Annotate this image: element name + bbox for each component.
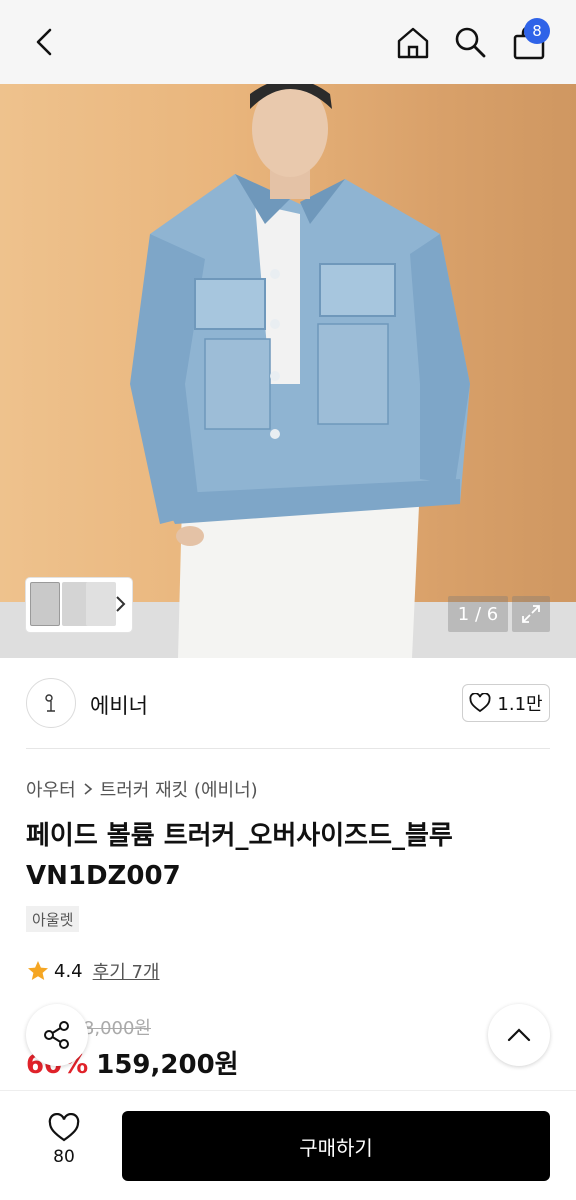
heart-icon (48, 1113, 80, 1142)
rating-summary: 4.4 후기 7개 (26, 958, 160, 984)
heart-icon (469, 693, 491, 713)
buy-button[interactable]: 구매하기 (122, 1111, 550, 1181)
share-button[interactable] (26, 1004, 88, 1066)
scroll-to-top-button[interactable] (488, 1004, 550, 1066)
divider (26, 748, 550, 749)
back-button[interactable] (24, 22, 64, 62)
outlet-tag: 아울렛 (26, 906, 80, 932)
brand-name[interactable]: 에비너 (90, 690, 148, 720)
home-button[interactable] (392, 22, 434, 64)
fullscreen-button[interactable] (512, 596, 550, 632)
chevron-left-icon (36, 28, 52, 56)
brand-logo[interactable] (26, 678, 76, 728)
thumbnail-1[interactable] (30, 582, 60, 626)
brand-mark-icon (45, 694, 55, 712)
product-title: 페이드 볼륨 트러커_오버사이즈드_블루 VN1DZ007 (26, 821, 453, 891)
brand-row[interactable]: 에비너 1.1만 (26, 676, 550, 732)
review-link[interactable]: 후기 7개 (93, 958, 160, 984)
expand-icon (522, 605, 540, 623)
search-button[interactable] (450, 22, 490, 62)
product-image[interactable]: 1 / 6 (0, 84, 576, 658)
home-icon (397, 27, 429, 59)
breadcrumb-item-category[interactable]: 아우터 (26, 776, 76, 802)
breadcrumb-item-subcategory[interactable]: 트러커 재킷 (에비너) (100, 776, 258, 802)
image-counter: 1 / 6 (448, 596, 508, 632)
sale-price: 159,200원 (96, 1050, 239, 1080)
brand-like-button[interactable]: 1.1만 (462, 684, 550, 722)
star-icon (28, 961, 48, 980)
wishlist-button[interactable]: 80 (34, 1113, 94, 1173)
thumbnail-strip[interactable] (26, 578, 132, 632)
chevron-up-icon (507, 1028, 531, 1042)
wishlist-count: 80 (53, 1147, 75, 1167)
chevron-right-icon (84, 783, 92, 795)
rating-score: 4.4 (54, 960, 83, 982)
model-photo (130, 84, 470, 658)
search-icon (455, 27, 486, 58)
chevron-right-icon (116, 596, 126, 612)
cart-count-badge: 8 (524, 18, 550, 44)
top-navigation-bar: 8 (0, 0, 576, 84)
share-icon (44, 1021, 69, 1049)
breadcrumb: 아우터 트러커 재킷 (에비너) (26, 776, 258, 802)
bottom-action-bar: 80 구매하기 (0, 1090, 576, 1200)
brand-like-count: 1.1만 (497, 694, 543, 715)
